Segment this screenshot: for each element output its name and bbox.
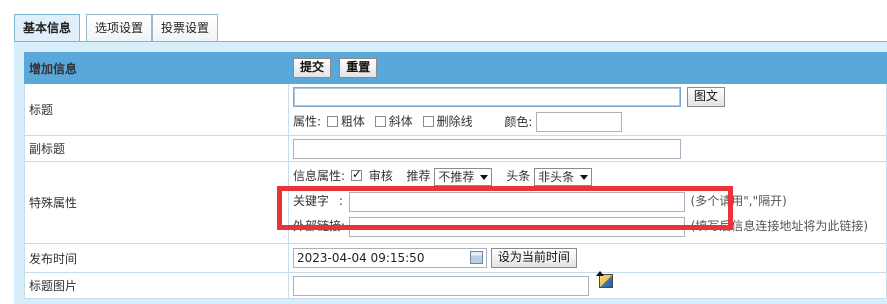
- color-label: 颜色:: [504, 114, 533, 129]
- tab-vote-settings[interactable]: 投票设置: [152, 14, 219, 42]
- subtitle-input[interactable]: [293, 138, 681, 159]
- chevron-down-icon: [580, 174, 589, 180]
- recommend-select-value: 不推荐: [438, 169, 475, 184]
- external-link-label: 外部链接:: [293, 219, 346, 233]
- form-header-title: 增加信息: [24, 52, 289, 84]
- set-now-button[interactable]: 设为当前时间: [490, 248, 577, 268]
- recommend-select[interactable]: 不推荐: [434, 167, 493, 186]
- attr-label: 属性:: [293, 114, 322, 129]
- tab-bar: 基本信息 选项设置 投票设置: [0, 0, 887, 43]
- form-header-row: 增加信息 提交 重置: [24, 52, 887, 84]
- italic-label: 斜体: [388, 114, 413, 129]
- title-input[interactable]: [293, 87, 681, 107]
- subtitle-row: 副标题: [24, 135, 887, 162]
- publish-time-row: 发布时间 2023-04-04 09:15:50 设为当前时间: [24, 243, 887, 273]
- chevron-down-icon: [480, 174, 489, 180]
- bold-checkbox[interactable]: [326, 115, 338, 127]
- special-attr-label: 特殊属性: [24, 161, 289, 244]
- external-link-hint: (填写后信息连接地址将为此链接): [690, 219, 869, 233]
- audit-checkbox[interactable]: [350, 167, 362, 181]
- image-select-icon[interactable]: [595, 270, 613, 288]
- strike-label: 删除线: [436, 114, 473, 129]
- subtitle-label: 副标题: [24, 135, 289, 162]
- title-image-row: 标题图片: [24, 270, 887, 299]
- title-image-input[interactable]: [293, 275, 589, 296]
- external-link-input[interactable]: [348, 216, 685, 237]
- keyword-hint: (多个请用","隔开): [690, 194, 787, 208]
- bold-label: 粗体: [340, 114, 365, 129]
- headline-label: 头条: [506, 169, 531, 183]
- reset-button[interactable]: 重置: [339, 58, 378, 78]
- audit-label: 审核: [368, 169, 393, 183]
- recommend-label: 推荐: [406, 169, 431, 183]
- italic-checkbox[interactable]: [374, 115, 386, 127]
- keyword-input[interactable]: [348, 191, 685, 212]
- headline-select[interactable]: 非头条: [534, 167, 593, 186]
- tuwen-button[interactable]: 图文: [686, 87, 725, 107]
- title-row: 标题 图文 属性: 粗体 斜体 删除线 颜色:: [24, 83, 887, 136]
- submit-button[interactable]: 提交: [293, 58, 332, 78]
- info-attr-label: 信息属性:: [293, 169, 346, 183]
- info-form: 增加信息 提交 重置 标题 图文 属性: 粗体 斜体 删除线 颜色: 副标题 特…: [24, 52, 887, 299]
- special-attr-row: 特殊属性 信息属性: 审核 推荐 不推荐 头条 非头条 关键字 : (多个请用"…: [24, 161, 887, 244]
- calendar-icon[interactable]: [470, 251, 483, 264]
- headline-select-value: 非头条: [538, 169, 575, 184]
- publish-time-value: 2023-04-04 09:15:50: [297, 251, 425, 265]
- title-image-label: 标题图片: [24, 272, 289, 299]
- color-input[interactable]: [536, 112, 623, 132]
- tab-option-settings[interactable]: 选项设置: [86, 14, 153, 42]
- title-label: 标题: [24, 83, 289, 136]
- publish-time-label: 发布时间: [24, 243, 289, 273]
- keyword-label: 关键字: [293, 194, 330, 208]
- publish-time-input[interactable]: 2023-04-04 09:15:50: [293, 248, 487, 268]
- strike-checkbox[interactable]: [422, 115, 434, 127]
- keyword-colon: :: [338, 194, 343, 208]
- tab-basic-info[interactable]: 基本信息: [14, 14, 81, 43]
